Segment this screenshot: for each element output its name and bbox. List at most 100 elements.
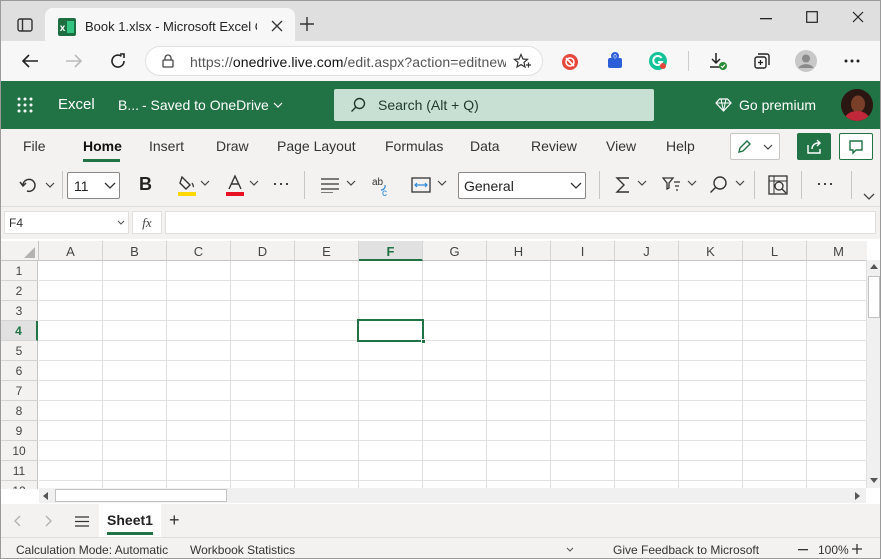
fill-handle[interactable]	[421, 339, 426, 344]
number-format-select[interactable]: General	[458, 172, 586, 199]
insert-function-button[interactable]: fx	[132, 211, 162, 234]
downloads-icon[interactable]	[707, 50, 729, 72]
horizontal-scrollbar[interactable]	[39, 488, 866, 503]
back-icon[interactable]	[19, 51, 41, 71]
close-window-icon[interactable]	[847, 7, 869, 27]
column-header-i[interactable]: I	[551, 241, 615, 261]
wrap-text-icon[interactable]: ab c	[370, 174, 394, 198]
tab-home[interactable]: Home	[83, 138, 122, 154]
tab-data[interactable]: Data	[470, 138, 500, 154]
column-header-c[interactable]: C	[167, 241, 231, 261]
row-header-11[interactable]: 11	[1, 461, 38, 481]
maximize-icon[interactable]	[801, 7, 823, 27]
spreadsheet-grid[interactable]: ABCDEFGHIJKLM 123456789101112	[1, 241, 867, 489]
column-header-d[interactable]: D	[231, 241, 295, 261]
font-size-select[interactable]: 11	[67, 172, 120, 199]
zoom-level[interactable]: 100%	[818, 543, 849, 557]
tab-view[interactable]: View	[606, 138, 636, 154]
profile-avatar[interactable]	[793, 48, 819, 74]
next-sheet-icon[interactable]	[45, 515, 53, 527]
calculation-mode[interactable]: Calculation Mode: Automatic	[16, 543, 168, 557]
column-header-a[interactable]: A	[39, 241, 103, 261]
close-tab-icon[interactable]	[269, 18, 285, 34]
autosum-icon[interactable]	[613, 175, 633, 195]
forward-icon[interactable]	[63, 51, 85, 71]
browser-tab[interactable]: x Book 1.xlsx - Microsoft Excel Online	[45, 8, 295, 45]
more-font-options-icon[interactable]: ⋯	[272, 174, 290, 195]
grammarly-icon[interactable]	[647, 50, 669, 72]
font-color-chevron-icon[interactable]	[249, 180, 259, 186]
horizontal-scroll-thumb[interactable]	[55, 489, 227, 502]
tab-help[interactable]: Help	[666, 138, 695, 154]
tab-review[interactable]: Review	[531, 138, 577, 154]
app-name[interactable]: Excel	[58, 96, 95, 113]
fill-color-icon[interactable]	[176, 173, 198, 197]
column-header-g[interactable]: G	[423, 241, 487, 261]
column-header-m[interactable]: M	[807, 241, 867, 261]
autosum-chevron-icon[interactable]	[637, 180, 647, 186]
all-sheets-icon[interactable]	[75, 516, 89, 527]
scroll-left-icon[interactable]	[43, 492, 48, 500]
tab-formulas[interactable]: Formulas	[385, 138, 443, 154]
workbook-statistics[interactable]: Workbook Statistics	[190, 543, 295, 557]
column-header-f[interactable]: F	[359, 241, 423, 261]
undo-chevron-icon[interactable]	[44, 180, 56, 190]
extension-blue-icon[interactable]: 0	[603, 49, 627, 73]
sort-filter-icon[interactable]	[661, 175, 683, 195]
row-header-4[interactable]: 4	[1, 321, 38, 341]
row-header-8[interactable]: 8	[1, 401, 38, 421]
align-icon[interactable]	[319, 175, 341, 195]
merge-chevron-icon[interactable]	[437, 180, 447, 186]
row-header-12[interactable]: 12	[1, 481, 38, 489]
expand-ribbon-icon[interactable]	[863, 193, 875, 200]
select-all-corner[interactable]	[1, 241, 39, 261]
row-header-10[interactable]: 10	[1, 441, 38, 461]
save-status[interactable]: - Saved to OneDrive	[142, 97, 269, 113]
find-chevron-icon[interactable]	[735, 180, 745, 186]
tab-actions-icon[interactable]	[15, 15, 35, 35]
find-icon[interactable]	[708, 175, 730, 195]
add-sheet-button[interactable]: +	[169, 510, 180, 531]
fill-color-chevron-icon[interactable]	[200, 180, 210, 186]
row-header-3[interactable]: 3	[1, 301, 38, 321]
font-color-icon[interactable]	[224, 173, 246, 197]
analyze-data-icon[interactable]	[767, 174, 789, 196]
lock-icon[interactable]	[160, 53, 176, 69]
column-header-k[interactable]: K	[679, 241, 743, 261]
bold-button[interactable]: B	[139, 174, 152, 195]
give-feedback-link[interactable]: Give Feedback to Microsoft	[613, 543, 759, 557]
column-header-h[interactable]: H	[487, 241, 551, 261]
app-launcher-icon[interactable]	[15, 96, 35, 114]
align-chevron-icon[interactable]	[346, 180, 356, 186]
tab-insert[interactable]: Insert	[149, 138, 184, 154]
favorite-star-icon[interactable]	[512, 52, 532, 72]
column-header-b[interactable]: B	[103, 241, 167, 261]
scroll-down-icon[interactable]	[870, 478, 878, 483]
extension-red-icon[interactable]	[559, 51, 581, 73]
editing-mode-button[interactable]	[730, 133, 780, 160]
row-header-6[interactable]: 6	[1, 361, 38, 381]
refresh-icon[interactable]	[107, 51, 129, 71]
go-premium-link[interactable]: Go premium	[739, 97, 816, 113]
formula-input[interactable]	[165, 211, 876, 234]
column-header-j[interactable]: J	[615, 241, 679, 261]
row-header-2[interactable]: 2	[1, 281, 38, 301]
search-box[interactable]: Search (Alt + Q)	[334, 89, 654, 121]
document-name[interactable]: B...	[118, 97, 139, 113]
selected-cell-f4[interactable]	[357, 319, 426, 344]
merge-cells-icon[interactable]	[410, 175, 432, 195]
chevron-down-icon[interactable]	[272, 100, 284, 110]
row-header-7[interactable]: 7	[1, 381, 38, 401]
row-header-1[interactable]: 1	[1, 261, 38, 281]
tab-page-layout[interactable]: Page Layout	[277, 138, 356, 154]
scroll-right-icon[interactable]	[855, 492, 860, 500]
share-button[interactable]	[797, 133, 831, 160]
new-tab-button[interactable]	[296, 13, 318, 35]
vertical-scroll-thumb[interactable]	[868, 276, 880, 318]
prev-sheet-icon[interactable]	[13, 515, 21, 527]
zoom-out-icon[interactable]	[798, 549, 808, 551]
browser-menu-icon[interactable]	[841, 51, 863, 71]
scroll-up-icon[interactable]	[870, 264, 878, 269]
row-header-5[interactable]: 5	[1, 341, 38, 361]
more-options-icon[interactable]: ⋯	[816, 174, 834, 195]
